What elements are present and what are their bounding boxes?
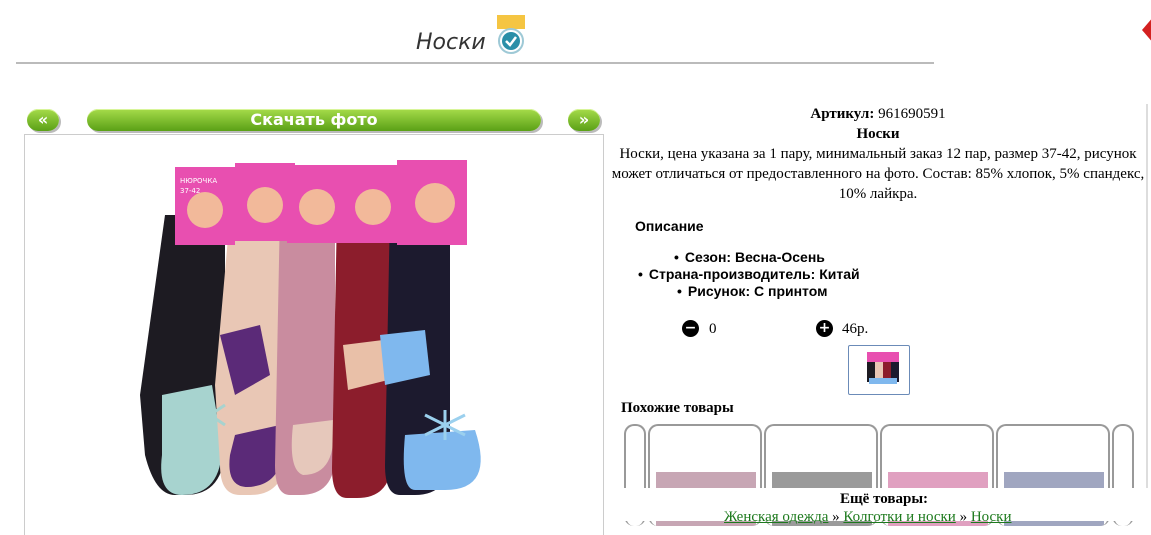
- breadcrumb-socks[interactable]: Носки: [971, 509, 1012, 525]
- plus-icon[interactable]: +: [816, 320, 833, 337]
- breadcrumb-women-clothing[interactable]: Женская одежда: [724, 509, 828, 525]
- breadcrumb: Женская одежда » Колготки и носки » Носк…: [724, 509, 1012, 526]
- header-divider: [16, 62, 934, 64]
- page-title: Носки: [416, 30, 486, 55]
- quantity-value: 0: [709, 321, 717, 337]
- socks-image: НЮРОЧКА 37-42: [140, 160, 481, 498]
- article-label: Артикул:: [810, 106, 875, 122]
- more-goods-heading: Ещё товары:: [840, 491, 929, 507]
- breadcrumb-separator: »: [832, 509, 840, 525]
- minus-icon[interactable]: −: [682, 320, 699, 337]
- product-name: Носки: [856, 126, 900, 142]
- product-info: Артикул: 961690591 Носки Носки, цена ука…: [608, 104, 1148, 204]
- download-photo-button[interactable]: Скачать фото: [87, 109, 541, 131]
- description-heading: Описание: [635, 218, 704, 234]
- breadcrumb-tights-socks[interactable]: Колготки и носки: [843, 509, 955, 525]
- property-season: Сезон: Весна-Осень: [674, 249, 825, 265]
- photo-thumbnail[interactable]: [848, 345, 910, 395]
- verified-badge-icon: [497, 15, 525, 54]
- article-value: 961690591: [878, 106, 946, 122]
- prev-photo-button[interactable]: «: [27, 109, 59, 131]
- product-photo[interactable]: НЮРОЧКА 37-42: [24, 134, 604, 535]
- similar-heading: Похожие товары: [621, 400, 734, 416]
- price: 46р.: [842, 321, 869, 337]
- thumbnail-image: [867, 352, 899, 384]
- pack-size: 37-42: [180, 187, 200, 195]
- property-country: Страна-производитель: Китай: [638, 266, 860, 282]
- breadcrumb-separator: »: [959, 509, 968, 525]
- property-pattern: Рисунок: С принтом: [677, 283, 828, 299]
- pack-brand: НЮРОЧКА: [180, 177, 217, 185]
- diamond-icon[interactable]: [1140, 14, 1151, 46]
- product-description: Носки, цена указана за 1 пару, минимальн…: [611, 146, 1145, 202]
- next-photo-button[interactable]: »: [568, 109, 600, 131]
